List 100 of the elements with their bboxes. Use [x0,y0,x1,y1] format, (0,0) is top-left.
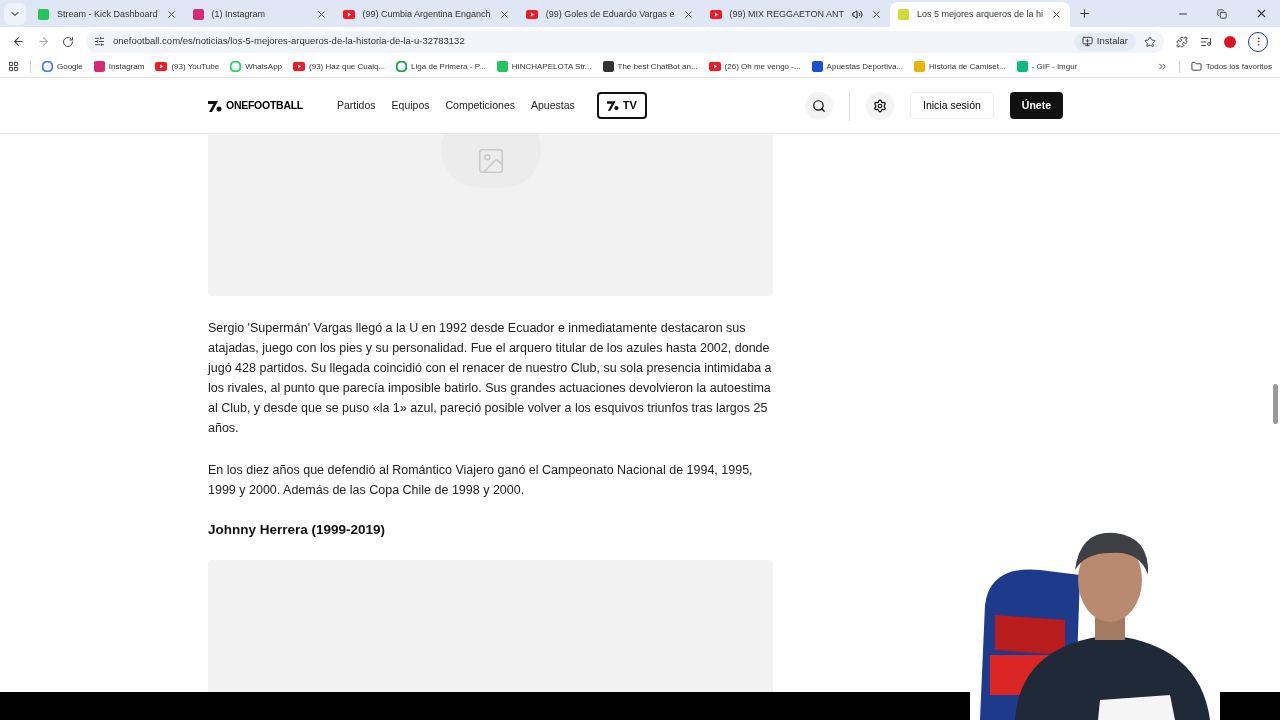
folder-icon [1190,61,1202,72]
bookmark-star-icon[interactable] [1144,35,1156,48]
bookmark-label: (93) YouTube [171,60,220,73]
close-icon[interactable] [498,9,510,20]
browser-tab[interactable]: (1) Instagram [184,2,335,27]
tab-title: (99) Goles de Eduardo Vargas e [545,7,675,21]
bookmark-label: (93) Haz que Cualq... [309,60,386,73]
logo-text: ONEFOOTBALL [226,97,304,113]
bookmark-label: Todos los favoritos [1205,60,1272,73]
bookmark-label: Google [57,60,83,73]
tab-title: (99) MIX REGGAETON ANT [729,7,844,21]
bookmark-label: Instagram [108,60,145,73]
video-icon [342,10,355,19]
site-icon [93,61,105,72]
nav-link[interactable]: Partidos [337,97,376,114]
video-icon [525,10,538,19]
bookmark[interactable]: The best ChatBot an... [602,60,698,73]
bookmark[interactable]: (93) YouTube [155,60,220,73]
bookmark[interactable]: Apuestas Deportiva... [811,60,904,73]
logo-icon [606,100,619,111]
back-icon[interactable] [12,35,25,48]
video-icon [293,62,306,71]
speaker-icon[interactable] [851,9,863,20]
article-paragraph: En los diez años que defendió al Romántico Viajero ganó el Campeonato Nacional de 1994, 1995, 1999 y 2000. Además de las Copa Chile de 1998 y 2000. [208,462,754,499]
site-icon [811,61,823,72]
login-button[interactable]: Inicia sesión [910,92,994,119]
bookmark[interactable]: Google [42,60,83,73]
bookmark-label: HINCHAPELOTA Str... [511,60,592,73]
close-icon[interactable] [1051,9,1062,20]
browser-tab[interactable]: Los 5 mejores arqueros de la hi [889,2,1070,27]
nav-link[interactable]: Equipos [391,97,430,114]
browser-tab[interactable]: (99) MIX REGGAETON ANT [701,2,890,27]
tab-title: Los 5 mejores arqueros de la hi [916,7,1043,21]
tab-title: Stream - Kick Dashboard [57,7,158,21]
install-icon [1081,36,1093,47]
bookmark-label: Apuestas Deportiva... [826,60,904,73]
close-icon[interactable] [315,9,327,20]
search-icon [812,98,827,113]
site-icon [1016,61,1028,72]
scrollbar-thumb [1273,384,1278,424]
search-button[interactable] [805,91,834,120]
bookmark[interactable]: (93) Haz que Cualq... [293,60,386,73]
bookmark-label: The best ChatBot an... [617,60,698,73]
browser-tab[interactable]: (99) Goles de Eduardo Vargas e [517,2,702,27]
browser-tab[interactable]: (99) Cumbia Argentina Enganch [334,2,518,27]
site-icon [602,61,614,72]
bookmark-label: Liga de Primera - P... [411,60,486,73]
bookmark[interactable]: Liga de Primera - P... [396,60,486,73]
site-icon [42,61,53,72]
nav-link[interactable]: Apuestas [530,97,575,114]
close-icon[interactable] [165,9,177,20]
bookmark-label: Historia de Camiset... [929,60,1006,73]
reload-icon[interactable] [62,35,74,48]
address-bar[interactable]: onefootball.com/es/noticias/los-5-mejores-arqueros-de-la-historia-de-la-u-32783132 Instalar [86,30,1164,53]
more-bookmarks-icon[interactable] [1156,61,1168,72]
section-heading: Johnny Herrera (1999-2019) [208,521,387,539]
site-icon [192,9,204,20]
bookmark[interactable]: Instagram [93,60,145,73]
extensions-icon[interactable] [1176,35,1188,48]
browser-tab[interactable]: Stream - Kick Dashboard [30,2,185,27]
bookmark[interactable]: - GIF - Imgur [1016,60,1078,73]
join-button[interactable]: Únete [1009,92,1063,119]
site-icon [914,61,926,72]
media-icon[interactable] [1200,35,1212,48]
tab-title: (1) Instagram [211,7,267,21]
site-settings-icon[interactable] [94,36,105,47]
apps-icon[interactable] [8,61,19,72]
video-icon [155,62,168,71]
settings-button[interactable] [866,91,895,120]
site-icon [396,61,408,72]
bookmark-label: (26) Oh me vengo -... [724,60,801,73]
settings-icon [873,98,888,113]
bookmark-label: - GIF - Imgur [1031,60,1078,73]
tab-title: (99) Cumbia Argentina Enganch [362,7,491,21]
site-icon [230,61,242,72]
tv-button[interactable]: TV [596,92,647,119]
bookmark[interactable]: Historia de Camiset... [914,60,1006,73]
profile-avatar[interactable] [1224,35,1236,48]
nav-link[interactable]: Competiciones [445,97,515,114]
video-icon [708,62,721,71]
site-icon [496,61,508,72]
video-icon [709,10,722,19]
site-logo[interactable]: ONEFOOTBALL [208,97,304,114]
new-tab-icon[interactable] [1078,7,1091,20]
logo-icon [208,99,222,112]
url-text: onefootball.com/es/noticias/los-5-mejores-arqueros-de-la-historia-de-la-u-32783132 [113,34,466,49]
site-icon [897,9,909,20]
close-icon[interactable] [682,9,694,20]
install-button[interactable]: Instalar [1073,32,1136,51]
all-bookmarks[interactable]: Todos los favoritos [1190,60,1272,73]
article-paragraph: Sergio 'Supermán' Vargas llegó a la U en 1992 desde Ecuador e inmediatamente destacaron sus atajadas, juego con los pies y su personalidad. Fue el arquero titular de los azules hasta 2002, donde jugó 428 partidos. Su llegada coincidió con el renacer de nuestro Club, su sola presencia intimidaba a los rivales, al punto que parecía imposible batirlo. Sus grandes actuaciones devolvieron la autoestima al Club, y desde que se puso «la 1» azul, pareció posible volver a los esquivos triunfos tras largos 25 años. [208,320,773,437]
tab-list-button[interactable] [4,3,26,25]
site-icon [38,9,49,20]
close-icon[interactable] [1255,7,1268,20]
bookmark[interactable]: HINCHAPELOTA Str... [496,60,592,73]
bookmark[interactable]: WhatsApp [230,60,283,73]
close-icon[interactable] [870,9,882,20]
bookmark[interactable]: (26) Oh me vengo -... [708,60,801,73]
restore-icon[interactable] [1217,8,1227,19]
bookmark-label: WhatsApp [245,60,283,73]
